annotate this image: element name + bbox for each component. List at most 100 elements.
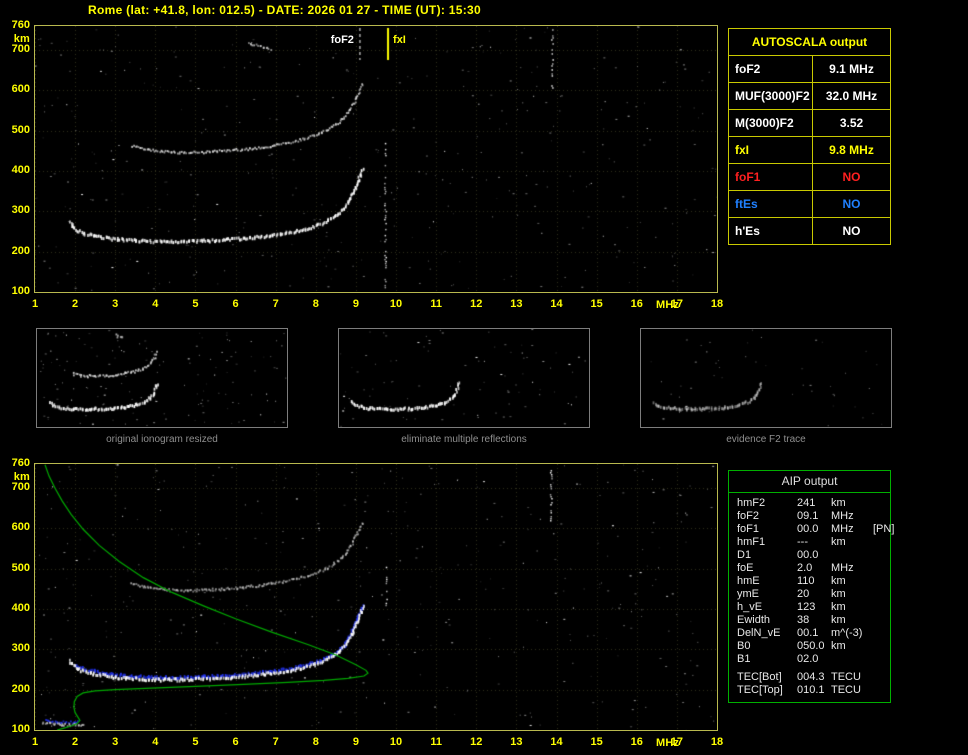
aip-value: 00.1 [797, 627, 819, 639]
aip-param: hmE [737, 575, 760, 587]
autoscala-param-value: NO [842, 224, 861, 238]
x-tick-3: 3 [112, 298, 119, 310]
x-tick-18: 18 [710, 736, 724, 748]
ionogram-top-plot: foF2 fxI [34, 25, 718, 293]
aip-row-TEC[Top]: TEC[Top] 010.1 TECU [737, 684, 890, 697]
ionogram-bottom-plot [34, 463, 718, 731]
x-tick-2: 2 [72, 736, 79, 748]
y-tick-760: 760 [11, 457, 30, 469]
aip-param: TEC[Bot] [737, 671, 782, 683]
y-tick-300: 300 [11, 642, 30, 655]
x-tick-6: 6 [232, 736, 239, 748]
autoscala-row-fxI: fxI 9.8 MHz [729, 136, 890, 163]
aip-value: 09.1 [797, 510, 819, 522]
aip-unit: m^(-3) [831, 627, 863, 639]
x-tick-8: 8 [312, 298, 319, 310]
x-tick-11: 11 [430, 736, 442, 748]
y-tick-100: 100 [11, 723, 30, 735]
aip-unit: km [831, 588, 846, 600]
aip-unit: TECU [831, 684, 861, 696]
aip-param: h_vE [737, 601, 763, 613]
thumbnail-original-ionogram [36, 328, 288, 428]
page-title: Rome (lat: +41.8, lon: 012.5) - DATE: 20… [88, 3, 481, 17]
aip-row-D1: D1 00.0 [737, 549, 890, 562]
aip-value: 010.1 [797, 684, 825, 696]
aip-value: 110 [797, 575, 815, 587]
aip-param: B1 [737, 653, 751, 665]
aip-table-title: AIP output [729, 471, 890, 493]
x-axis-label: MHz [656, 299, 680, 311]
aip-param: D1 [737, 549, 752, 561]
x-tick-5: 5 [192, 298, 199, 310]
autoscala-row-M(3000)F2: M(3000)F2 3.52 [729, 109, 890, 136]
thumbnail-caption-original: original ionogram resized [106, 434, 218, 445]
aip-unit: km [831, 575, 846, 587]
x-tick-10: 10 [389, 298, 403, 310]
aip-param: hmF1 [737, 536, 766, 548]
x-tick-15: 15 [590, 736, 603, 748]
aip-row-hmF1: hmF1 --- km [737, 536, 890, 549]
x-tick-4: 4 [152, 298, 159, 310]
y-tick-760: 760 [11, 19, 30, 31]
aip-extra: [PN] [873, 523, 895, 535]
aip-row-foE: foE 2.0 MHz [737, 562, 890, 575]
aip-row-DelN_vE: DelN_vE 00.1 m^(-3) [737, 627, 890, 640]
aip-unit: km [831, 497, 846, 509]
autoscala-row-foF1: foF1 NO [729, 163, 890, 190]
x-tick-11: 11 [430, 298, 442, 310]
y-tick-600: 600 [11, 83, 30, 96]
aip-table-rows: hmF2 241 km foF2 09.1 MHz foF1 00.0 MHz [PN] hmF1 -… [729, 493, 894, 697]
autoscala-row-foF2: foF2 9.1 MHz [729, 55, 890, 82]
aip-param: DelN_vE [737, 627, 781, 639]
aip-unit: km [831, 614, 846, 626]
aip-param: B0 [737, 640, 751, 652]
y-tick-500: 500 [11, 561, 30, 574]
aip-output-table: AIP output hmF2 241 km foF2 09.1 MHz foF1 00.0 M… [728, 470, 894, 703]
x-tick-13: 13 [510, 298, 523, 310]
autoscala-param-label: foF2 [729, 56, 813, 82]
x-tick-16: 16 [630, 736, 643, 748]
aip-value: 004.3 [797, 671, 825, 683]
autoscala-param-label: ftEs [729, 191, 813, 217]
x-tick-18: 18 [710, 298, 724, 310]
autoscala-param-value: NO [842, 170, 861, 184]
autoscala-screen: Rome (lat: +41.8, lon: 012.5) - DATE: 20… [0, 0, 968, 755]
aip-param: ymE [737, 588, 759, 600]
x-tick-7: 7 [272, 298, 279, 310]
aip-row-hmE: hmE 110 km [737, 575, 890, 588]
thumbnail-caption-evidence: evidence F2 trace [726, 434, 806, 445]
x-tick-4: 4 [152, 736, 159, 748]
aip-value: 2.0 [797, 562, 813, 574]
aip-unit: MHz [831, 523, 854, 535]
aip-row-hmF2: hmF2 241 km [737, 497, 890, 510]
aip-param: TEC[Top] [737, 684, 783, 696]
thumbnail-eliminate-reflections [338, 328, 590, 428]
y-tick-100: 100 [11, 285, 30, 297]
y-tick-400: 400 [11, 602, 30, 615]
autoscala-table-title: AUTOSCALA output [751, 35, 868, 49]
x-tick-3: 3 [112, 736, 119, 748]
autoscala-param-value: 3.52 [839, 116, 864, 130]
autoscala-param-label: h'Es [729, 218, 813, 244]
x-tick-16: 16 [630, 298, 643, 310]
autoscala-param-label: M(3000)F2 [729, 110, 813, 136]
aip-param: foF2 [737, 510, 760, 522]
x-tick-6: 6 [232, 298, 239, 310]
autoscala-param-label: MUF(3000)F2 [729, 83, 813, 109]
x-tick-8: 8 [312, 736, 319, 748]
aip-value: 050.0 [797, 640, 825, 652]
autoscala-row-ftEs: ftEs NO [729, 190, 890, 217]
aip-row-TEC[Bot]: TEC[Bot] 004.3 TECU [737, 671, 890, 684]
aip-value: 02.0 [797, 653, 819, 665]
annotation-fxI: fxI [393, 34, 406, 46]
x-tick-14: 14 [550, 298, 563, 310]
x-tick-1: 1 [31, 736, 39, 748]
thumbnail-original-canvas [37, 329, 287, 427]
y-tick-500: 500 [11, 123, 30, 136]
x-tick-10: 10 [389, 736, 403, 748]
aip-row-h_vE: h_vE 123 km [737, 601, 890, 614]
aip-row-B0: B0 050.0 km [737, 640, 890, 653]
aip-row-B1: B1 02.0 [737, 653, 890, 666]
autoscala-param-value: NO [842, 197, 861, 211]
aip-unit: km [831, 640, 846, 652]
